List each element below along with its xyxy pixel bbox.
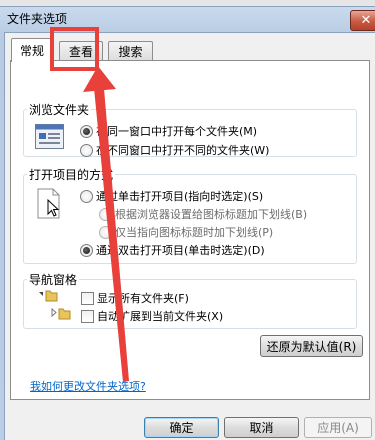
annotation-highlight-box (50, 27, 99, 71)
